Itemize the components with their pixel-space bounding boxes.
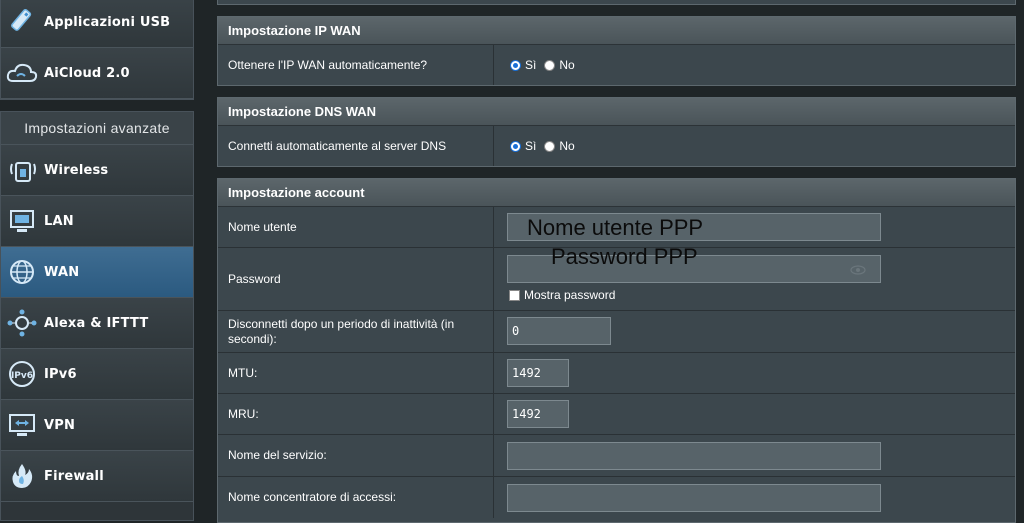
radio-dot	[544, 59, 556, 71]
sidebar-item-label: Applicazioni USB	[44, 14, 171, 30]
sidebar-item-alexa-ifttt[interactable]: Alexa & IFTTT	[1, 298, 193, 349]
field-label: Ottenere l'IP WAN automaticamente?	[218, 45, 494, 85]
sidebar-item-vpn[interactable]: VPN	[1, 400, 193, 451]
field-label: Nome utente	[218, 207, 494, 247]
wan-dns-section: Impostazione DNS WAN Connetti automatica…	[217, 97, 1016, 167]
firewall-icon	[6, 460, 38, 492]
lan-icon	[6, 205, 38, 237]
radio-dot	[544, 140, 556, 152]
wan-ip-no-radio[interactable]: No	[544, 58, 575, 72]
sidebar-item-label: AiCloud 2.0	[44, 65, 130, 81]
usb-app-icon	[6, 6, 38, 38]
sidebar-item-label: WAN	[44, 264, 80, 280]
show-password-checkbox[interactable]: Mostra password	[509, 288, 615, 302]
field-label: MTU:	[218, 353, 494, 393]
field-label: Nome concentratore di accessi:	[218, 477, 494, 518]
advanced-settings-header: Impostazioni avanzate	[1, 112, 193, 145]
username-annotation: Nome utente PPP	[527, 215, 704, 240]
sidebar-item-usb-apps[interactable]: Applicazioni USB	[1, 0, 193, 48]
idle-timeout-input[interactable]: 0	[507, 317, 611, 345]
wan-ip-yes-radio[interactable]: Sì	[510, 58, 536, 72]
mtu-input[interactable]: 1492	[507, 359, 569, 387]
wan-dns-no-radio[interactable]: No	[544, 139, 575, 153]
sidebar-item-firewall[interactable]: Firewall	[1, 451, 193, 502]
field-label: Disconnetti dopo un periodo di inattivit…	[218, 311, 494, 352]
access-concentrator-input[interactable]	[507, 484, 881, 512]
sidebar: Applicazioni USB AiCloud 2.0 Impostazion…	[0, 0, 194, 521]
mru-row: MRU: 1492	[218, 394, 1015, 435]
section-title: Impostazione account	[218, 179, 1015, 207]
ipv6-icon: IPv6	[6, 358, 38, 390]
wan-dns-yes-radio[interactable]: Sì	[510, 139, 536, 153]
idle-timeout-row: Disconnetti dopo un periodo di inattivit…	[218, 311, 1015, 353]
field-label: Password	[218, 248, 494, 310]
sidebar-item-lan[interactable]: LAN	[1, 196, 193, 247]
sidebar-item-label: LAN	[44, 213, 74, 229]
mru-input[interactable]: 1492	[507, 400, 569, 428]
wan-ip-section: Impostazione IP WAN Ottenere l'IP WAN au…	[217, 16, 1016, 86]
sidebar-item-ipv6[interactable]: IPv6 IPv6	[1, 349, 193, 400]
globe-icon	[6, 256, 38, 288]
access-concentrator-row: Nome concentratore di accessi:	[218, 477, 1015, 518]
mtu-row: MTU: 1492	[218, 353, 1015, 394]
eye-icon[interactable]	[850, 265, 866, 275]
sidebar-item-aicloud[interactable]: AiCloud 2.0	[1, 48, 193, 99]
sidebar-item-label: Wireless	[44, 162, 109, 178]
section-title: Impostazione DNS WAN	[218, 98, 1015, 126]
sidebar-item-wan[interactable]: WAN	[1, 247, 193, 298]
svg-text:IPv6: IPv6	[11, 371, 33, 381]
advanced-menu: Impostazioni avanzate Wireless LAN WAN A…	[0, 111, 194, 521]
wan-ip-auto-row: Ottenere l'IP WAN automaticamente? Sì No	[218, 45, 1015, 85]
radio-dot	[510, 59, 521, 71]
sidebar-item-label: Firewall	[44, 468, 104, 484]
service-name-row: Nome del servizio:	[218, 435, 1015, 477]
service-name-input[interactable]	[507, 442, 881, 470]
field-label: MRU:	[218, 394, 494, 434]
sidebar-item-label: VPN	[44, 417, 76, 433]
checkbox-box	[509, 289, 520, 301]
cloud-icon	[6, 57, 38, 89]
field-label: Connetti automaticamente al server DNS	[218, 126, 494, 166]
alexa-icon	[6, 307, 38, 339]
general-menu: Applicazioni USB AiCloud 2.0	[0, 0, 194, 100]
password-annotation: Password PPP	[551, 244, 698, 269]
radio-dot	[510, 140, 521, 152]
previous-section-edge	[217, 0, 1016, 5]
sidebar-item-label: Alexa & IFTTT	[44, 315, 149, 331]
field-label: Nome del servizio:	[218, 435, 494, 476]
main-content: Impostazione IP WAN Ottenere l'IP WAN au…	[209, 0, 1024, 523]
wireless-icon	[6, 154, 38, 186]
sidebar-item-label: IPv6	[44, 366, 77, 382]
vpn-icon	[6, 409, 38, 441]
sidebar-item-wireless[interactable]: Wireless	[1, 145, 193, 196]
section-title: Impostazione IP WAN	[218, 17, 1015, 45]
wan-dns-auto-row: Connetti automaticamente al server DNS S…	[218, 126, 1015, 166]
